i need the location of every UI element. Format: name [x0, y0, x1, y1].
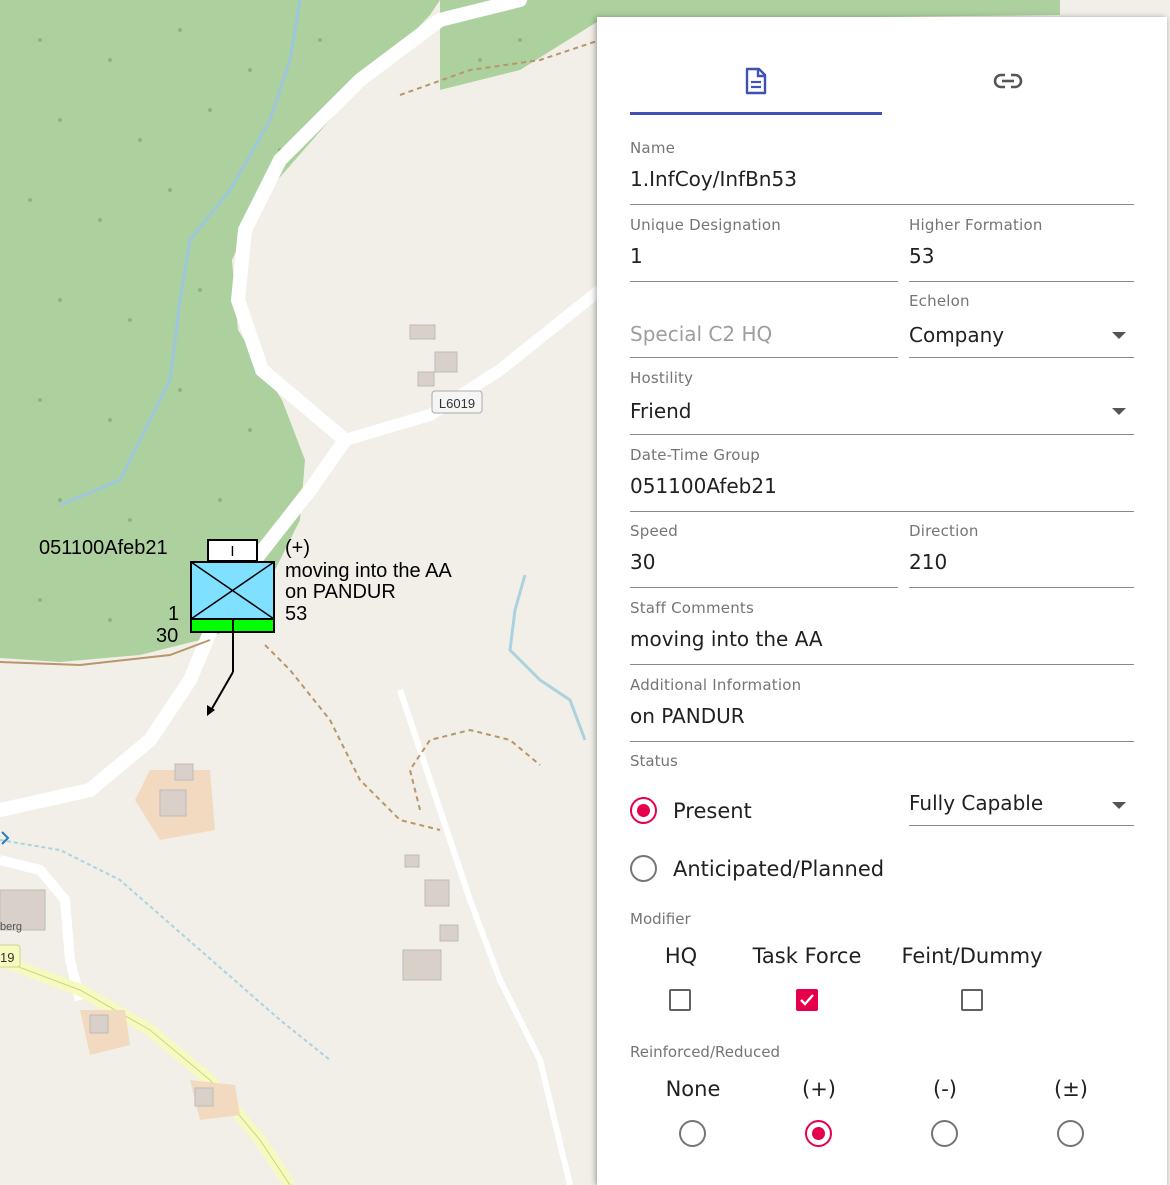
reinforced-minus-radio[interactable] — [931, 1120, 958, 1147]
task-force-checkbox[interactable] — [796, 989, 818, 1011]
higher-formation-label: Higher Formation — [909, 216, 1043, 234]
capability-select[interactable]: Fully Capable — [909, 765, 1134, 831]
staff-comments-field[interactable]: Staff Comments moving into the AA — [630, 599, 1134, 665]
unique-designation-value[interactable]: 1 — [630, 244, 643, 268]
properties-panel: Name 1.InfCoy/InfBn53 Unique Designation… — [597, 17, 1167, 1185]
unit-higher-formation-label: 53 — [285, 603, 308, 625]
unique-designation-label: Unique Designation — [630, 216, 781, 234]
echelon-label: Echelon — [909, 292, 970, 310]
unit-dtg-label: 051100Afeb21 — [39, 537, 168, 559]
reinforced-none-label: None — [665, 1077, 721, 1101]
reinforced-none-radio[interactable] — [679, 1120, 706, 1147]
hostility-label: Hostility — [630, 369, 694, 387]
direction-value[interactable]: 210 — [909, 550, 947, 574]
reinforced-label: Reinforced/Reduced — [630, 1043, 780, 1061]
dtg-label: Date-Time Group — [630, 446, 761, 464]
reinforced-minus-label: (-) — [933, 1077, 957, 1101]
echelon-mark: I — [230, 543, 234, 560]
link-icon — [993, 73, 1023, 89]
higher-formation-field[interactable]: Higher Formation 53 — [909, 216, 1134, 282]
unit-additional-info-label: on PANDUR — [285, 581, 396, 603]
additional-info-field[interactable]: Additional Information on PANDUR — [630, 676, 1134, 742]
unit-reinforced-label: (+) — [285, 537, 310, 559]
speed-label: Speed — [630, 522, 679, 540]
name-field[interactable]: Name 1.InfCoy/InfBn53 — [630, 139, 1134, 205]
staff-comments-label: Staff Comments — [630, 599, 755, 617]
special-c2-hq-field[interactable]: Special C2 HQ — [630, 292, 898, 358]
dtg-field[interactable]: Date-Time Group 051100Afeb21 — [630, 446, 1134, 512]
status-present-radio[interactable] — [630, 797, 657, 824]
special-c2-hq-placeholder[interactable]: Special C2 HQ — [630, 322, 772, 346]
status-anticipated-label[interactable]: Anticipated/Planned — [673, 857, 884, 881]
higher-formation-value[interactable]: 53 — [909, 244, 934, 268]
status-label: Status — [630, 752, 678, 770]
modifier-hq-label: HQ — [664, 944, 698, 968]
reinforced-plus-radio[interactable] — [805, 1120, 832, 1147]
reinforced-plusminus-radio[interactable] — [1057, 1120, 1084, 1147]
hostility-value[interactable]: Friend — [630, 399, 692, 423]
hq-checkbox[interactable] — [669, 989, 691, 1011]
tab-properties[interactable] — [630, 47, 882, 115]
speed-field[interactable]: Speed 30 — [630, 522, 898, 588]
echelon-value[interactable]: Company — [909, 323, 1004, 347]
unit-designation-label: 1 — [168, 603, 180, 625]
hostility-select[interactable]: Hostility Friend — [630, 369, 1134, 435]
document-icon — [745, 67, 767, 95]
name-label: Name — [630, 139, 676, 157]
chevron-down-icon[interactable] — [1112, 332, 1126, 339]
name-value[interactable]: 1.InfCoy/InfBn53 — [630, 167, 797, 191]
road-ref-label: L6019 — [439, 396, 475, 411]
dtg-value[interactable]: 051100Afeb21 — [630, 474, 777, 498]
unit-speed-label: 30 — [156, 625, 179, 647]
check-icon — [800, 994, 814, 1006]
reinforced-plus-label: (+) — [802, 1077, 836, 1101]
direction-label: Direction — [909, 522, 979, 540]
unit-staff-comments-label: moving into the AA — [285, 560, 452, 582]
modifier-feint-label: Feint/Dummy — [901, 944, 1043, 968]
direction-field[interactable]: Direction 210 — [909, 522, 1134, 588]
status-anticipated-radio[interactable] — [630, 855, 657, 882]
modifier-label: Modifier — [630, 910, 691, 928]
tab-links[interactable] — [882, 47, 1134, 115]
status-present-label[interactable]: Present — [673, 799, 752, 823]
echelon-select[interactable]: Echelon Company — [909, 292, 1134, 358]
speed-value[interactable]: 30 — [630, 550, 655, 574]
capability-value[interactable]: Fully Capable — [909, 791, 1043, 815]
additional-info-label: Additional Information — [630, 676, 802, 694]
chevron-down-icon[interactable] — [1112, 408, 1126, 415]
additional-info-value[interactable]: on PANDUR — [630, 704, 745, 728]
unique-designation-field[interactable]: Unique Designation 1 — [630, 216, 898, 282]
panel-tabs — [630, 47, 1134, 115]
modifier-task-force-label: Task Force — [752, 944, 862, 968]
road-ref-partial-label: 19 — [0, 950, 14, 965]
reinforced-plusminus-label: (±) — [1054, 1077, 1088, 1101]
feint-dummy-checkbox[interactable] — [961, 989, 983, 1011]
place-partial-label: berg — [0, 921, 22, 933]
chevron-down-icon[interactable] — [1112, 802, 1126, 809]
staff-comments-value[interactable]: moving into the AA — [630, 627, 823, 651]
tab-indicator — [630, 112, 882, 115]
